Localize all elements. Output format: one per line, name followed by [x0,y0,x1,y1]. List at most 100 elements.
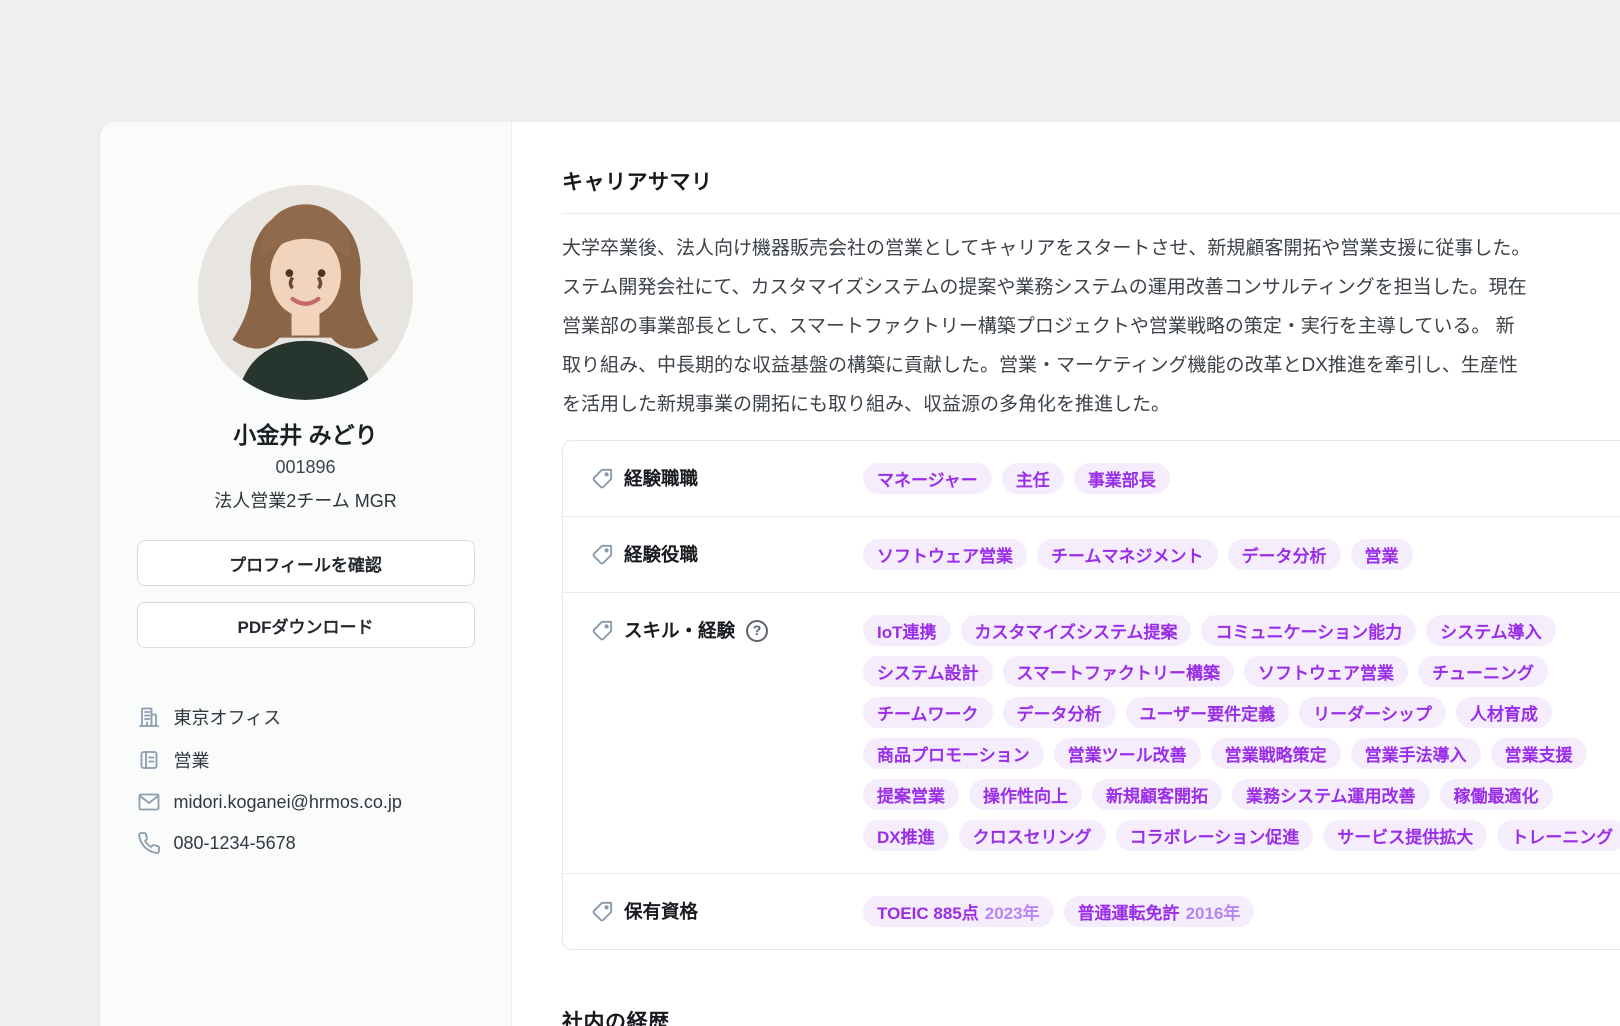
tag-pill: クロスセリング [959,820,1106,851]
row-label: 経験職職 [624,463,698,494]
table-row-experienced-roles: 経験役職 ソフトウェア営業チームマネジメントデータ分析営業 [563,516,1620,592]
tag-line: 商品プロモーション営業ツール改善営業戦略策定営業手法導入営業支援 [863,738,1620,769]
tag-pill: 営業ツール改善 [1054,738,1201,769]
career-summary-text: 大学卒業後、法人向け機器販売会社の営業としてキャリアをスタートさせ、新規顧客開拓… [562,229,1620,424]
table-row-certifications: 保有資格 TOEIC 885点2023年普通運転免許2016年 [563,873,1620,949]
tag-pill: ソフトウェア営業 [1244,656,1408,687]
tag-pill: サービス提供拡大 [1323,820,1487,851]
avatar-photo [198,185,413,400]
tag-pill: 営業戦略策定 [1211,738,1341,769]
email-row: midori.koganei@hrmos.co.jp [137,790,475,814]
tag-pill: 提案営業 [863,779,959,810]
row-tags: IoT連携カスタマイズシステム提案コミュニケーション能力システム導入システム設計… [863,615,1620,851]
summary-line: 取り組み、中長期的な収益基盤の構築に貢献した。営業・マーケティング機能の改革とD… [562,346,1620,385]
tag-pill: 営業 [1351,539,1413,570]
tag-line: 提案営業操作性向上新規顧客開拓業務システム運用改善稼働最適化 [863,779,1620,810]
tag-icon [591,544,613,566]
tag-line: DX推進クロスセリングコラボレーション促進サービス提供拡大トレーニング [863,820,1620,851]
tag-pill: IoT連携 [863,615,951,646]
row-label: 経験役職 [624,539,698,570]
tag-line: IoT連携カスタマイズシステム提案コミュニケーション能力システム導入 [863,615,1620,646]
tag-pill: 主任 [1002,463,1064,494]
phone-row: 080-1234-5678 [137,831,475,855]
row-label-group: 保有資格 [591,896,863,927]
row-tags: ソフトウェア営業チームマネジメントデータ分析営業 [863,539,1620,570]
row-label-group: 経験職職 [591,463,863,494]
career-summary-title: キャリアサマリ [562,166,1620,196]
tag-pill-year: 2016年 [1186,899,1241,924]
tag-pill: 業務システム運用改善 [1232,779,1430,810]
table-row-skills-experience: スキル・経験 ? IoT連携カスタマイズシステム提案コミュニケーション能力システ… [563,592,1620,873]
section-divider [562,213,1620,214]
email-text: midori.koganei@hrmos.co.jp [174,792,402,813]
employee-id: 001896 [275,457,335,478]
department-badge-icon [137,748,161,772]
summary-line: を活用した新規事業の開拓にも取り組み、収益源の多角化を推進した。 [562,385,1620,424]
department-row: 営業 [137,747,475,773]
tag-pill: 営業支援 [1491,738,1587,769]
tag-pill: DX推進 [863,820,949,851]
tag-pill: 稼働最適化 [1440,779,1553,810]
summary-line: 営業部の事業部長として、スマートファクトリー構築プロジェクトや営業戦略の策定・実… [562,307,1620,346]
table-row-experienced-positions: 経験職職 マネージャー主任事業部長 [563,441,1620,516]
tag-pill: ユーザー要件定義 [1126,697,1290,728]
sidebar-buttons: プロフィールを確認 PDFダウンロード [137,540,475,648]
tag-pill: 普通運転免許2016年 [1064,896,1255,927]
confirm-profile-button[interactable]: プロフィールを確認 [137,540,475,586]
tag-pill: スマートファクトリー構築 [1003,656,1235,687]
tag-pill: カスタマイズシステム提案 [961,615,1192,646]
summary-line: 大学卒業後、法人向け機器販売会社の営業としてキャリアをスタートさせ、新規顧客開拓… [562,229,1620,268]
row-label: スキル・経験 [624,615,735,646]
tag-pill-year: 2023年 [985,899,1040,924]
phone-icon [137,831,161,855]
tag-pill: 営業手法導入 [1351,738,1481,769]
tag-pill: コミュニケーション能力 [1201,615,1416,646]
tag-pill: TOEIC 885点2023年 [863,896,1054,927]
tag-pill: チームマネジメント [1037,539,1218,570]
tag-pill: データ分析 [1228,539,1341,570]
tag-pill: トレーニング [1497,820,1620,851]
tag-pill: 商品プロモーション [863,738,1044,769]
tag-pill: コラボレーション促進 [1116,820,1314,851]
mail-icon [137,790,161,814]
tag-pill: 人材育成 [1456,697,1552,728]
tag-pill: システム導入 [1426,615,1556,646]
office-text: 東京オフィス [174,704,282,730]
tag-pill-text: 普通運転免許 [1078,899,1180,924]
internal-history-title: 社内の経歴 [562,1006,1620,1026]
avatar [198,185,413,400]
tag-pill: マネージャー [863,463,992,494]
tag-pill: チームワーク [863,697,993,728]
tag-pill: 操作性向上 [969,779,1082,810]
tag-pill: 新規顧客開拓 [1092,779,1222,810]
row-label-group: 経験役職 [591,539,863,570]
profile-sidebar: 小金井 みどり 001896 法人営業2チーム MGR プロフィールを確認 PD… [100,122,512,1026]
tag-pill: ソフトウェア営業 [863,539,1027,570]
tag-line: マネージャー主任事業部長 [863,463,1620,494]
tag-line: システム設計スマートファクトリー構築ソフトウェア営業チューニング [863,656,1620,687]
tag-pill-text: TOEIC 885点 [877,899,979,924]
tag-icon [591,620,613,642]
help-icon[interactable]: ? [746,620,768,642]
tag-pill: データ分析 [1003,697,1116,728]
tag-pill: チューニング [1418,656,1548,687]
tag-line: TOEIC 885点2023年普通運転免許2016年 [863,896,1620,927]
row-tags: TOEIC 885点2023年普通運転免許2016年 [863,896,1620,927]
office-row: 東京オフィス [137,704,475,730]
office-building-icon [137,705,161,729]
row-tags: マネージャー主任事業部長 [863,463,1620,494]
contact-list: 東京オフィス 営業 midori.koganei@hrmos.co.jp [137,704,475,855]
tag-line: ソフトウェア営業チームマネジメントデータ分析営業 [863,539,1620,570]
phone-text: 080-1234-5678 [174,833,296,854]
tag-icon [591,468,613,490]
pdf-download-button[interactable]: PDFダウンロード [137,602,475,648]
row-label-group: スキル・経験 ? [591,615,863,646]
tag-icon [591,901,613,923]
tag-pill: 事業部長 [1074,463,1170,494]
tag-pill: システム設計 [863,656,993,687]
person-team: 法人営業2チーム MGR [214,487,396,513]
main-content: キャリアサマリ 大学卒業後、法人向け機器販売会社の営業としてキャリアをスタートさ… [512,122,1620,1026]
summary-line: ステム開発会社にて、カスタマイズシステムの提案や業務システムの運用改善コンサルテ… [562,268,1620,307]
tag-line: チームワークデータ分析ユーザー要件定義リーダーシップ人材育成 [863,697,1620,728]
row-label: 保有資格 [624,896,698,927]
